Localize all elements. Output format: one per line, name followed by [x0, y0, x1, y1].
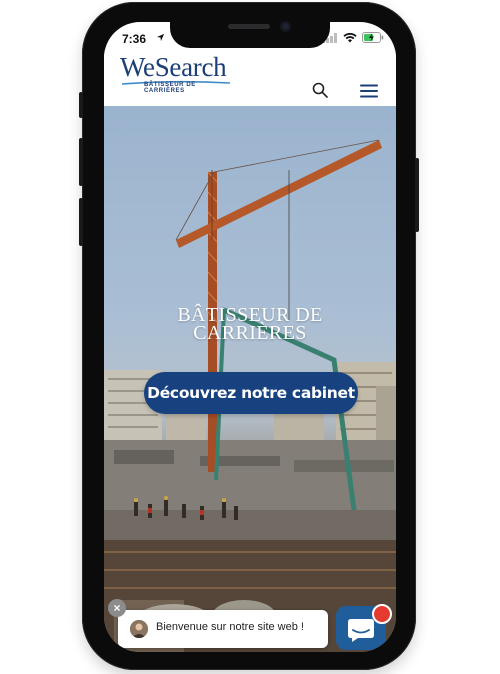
hamburger-menu-icon[interactable]	[360, 84, 378, 98]
front-camera	[280, 21, 291, 32]
logo-wordmark: WeSearch	[120, 52, 227, 82]
location-arrow-icon	[156, 33, 165, 42]
site-header: WeSearch BÂTISSEUR DE CARRIÈRES	[104, 50, 396, 106]
chat-close-button[interactable]: ×	[108, 599, 126, 617]
phone-screen: 7:36 WeSearch BÂTISSEUR DE CARRIÈRES BÂT…	[104, 22, 396, 652]
volume-down-button	[79, 198, 83, 246]
logo-tagline: BÂTISSEUR DE CARRIÈRES	[144, 82, 196, 94]
device-mockup: 7:36 WeSearch BÂTISSEUR DE CARRIÈRES BÂT…	[0, 0, 500, 674]
wifi-icon	[343, 32, 357, 42]
mute-switch	[79, 92, 83, 118]
status-time: 7:36	[122, 32, 147, 46]
discover-firm-button[interactable]: Découvrez notre cabinet	[144, 372, 358, 414]
power-button	[415, 158, 419, 232]
chat-greeting-bubble[interactable]: Bienvenue sur notre site web !	[118, 610, 328, 648]
battery-charging-icon	[362, 32, 384, 43]
chat-greeting-text: Bienvenue sur notre site web !	[156, 621, 304, 633]
earpiece-speaker	[228, 24, 270, 29]
search-icon[interactable]	[312, 82, 328, 98]
hero-title: BÂTISSEUR DE CARRIÈRES	[104, 305, 396, 344]
chat-agent-avatar	[130, 620, 148, 638]
hero-section: BÂTISSEUR DE CARRIÈRES Découvrez notre c…	[104, 100, 396, 652]
status-icons	[322, 32, 384, 43]
chat-notification-badge	[372, 604, 392, 624]
volume-up-button	[79, 138, 83, 186]
wesearch-logo[interactable]: WeSearch BÂTISSEUR DE CARRIÈRES	[120, 52, 235, 94]
phone-notch	[170, 14, 330, 48]
hero-title-line2: CARRIÈRES	[193, 322, 307, 344]
